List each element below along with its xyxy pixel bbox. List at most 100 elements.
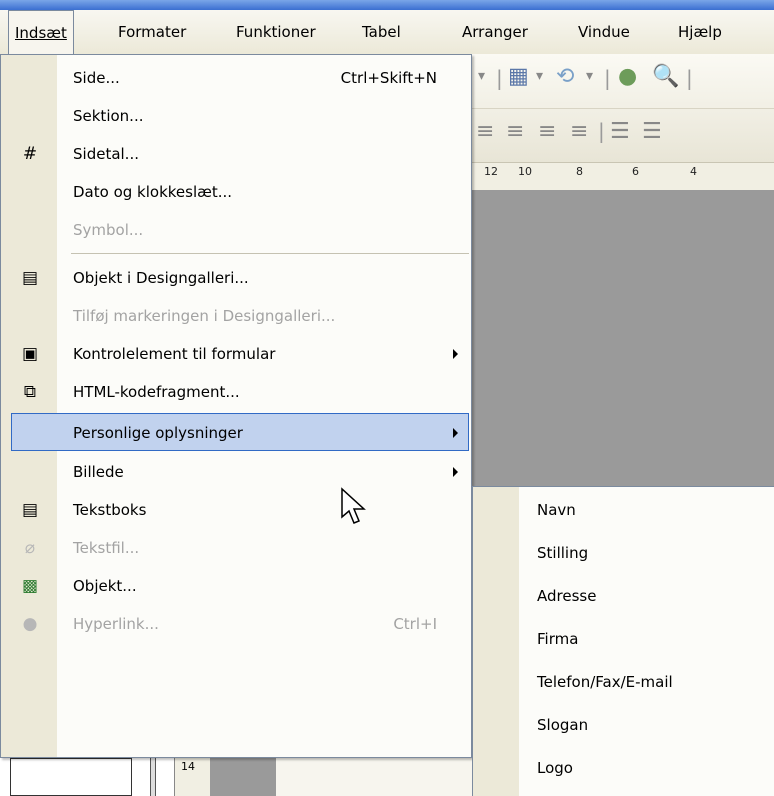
menu-arrange-label: Arranger	[462, 23, 528, 41]
menu-help[interactable]: Hjælp	[672, 10, 728, 54]
menu-item-section[interactable]: Sektion...	[1, 97, 471, 135]
mouse-cursor-icon	[341, 487, 366, 524]
menu-item-shortcut: Ctrl+Skift+N	[340, 69, 437, 87]
align-right-icon[interactable]: ≡	[538, 119, 556, 144]
menu-item-label: HTML-kodefragment...	[73, 383, 240, 401]
standard-toolbar: ▾ | ▦ ▾ ⟲ ▾ | ● 🔍 |	[472, 54, 774, 108]
page-number-icon: #	[22, 144, 38, 164]
ruler-label: 14	[181, 760, 195, 773]
submenu-arrow-icon	[453, 467, 458, 477]
menu-item-date-time[interactable]: Dato og klokkeslæt...	[1, 173, 471, 211]
design-gallery-icon: ▤	[21, 268, 39, 288]
submenu-item-label: Firma	[537, 630, 579, 648]
window-title-edge	[0, 0, 774, 10]
menu-item-label: Sidetal...	[73, 145, 139, 163]
menu-item-personal-information[interactable]: Personlige oplysninger	[11, 413, 469, 451]
menu-item-label: Personlige oplysninger	[73, 424, 243, 442]
menu-item-label: Tekstboks	[73, 501, 147, 519]
numbered-list-icon[interactable]: ☰	[610, 119, 630, 144]
separator-icon: |	[496, 66, 503, 90]
html-fragment-icon: ⧉	[23, 382, 37, 402]
menu-bar: Indsæt Formater Funktioner Tabel Arrange…	[0, 10, 774, 54]
submenu-item-slogan[interactable]: Slogan	[473, 704, 774, 747]
menu-item-design-gallery-object[interactable]: ▤ Objekt i Designgalleri...	[1, 259, 471, 297]
dropdown-arrow-icon[interactable]: ▾	[478, 68, 485, 84]
menu-item-page[interactable]: Side... Ctrl+Skift+N	[1, 59, 471, 97]
zoom-icon[interactable]: 🔍	[652, 64, 679, 89]
submenu-item-label: Stilling	[537, 544, 589, 562]
pane-divider[interactable]	[150, 758, 156, 796]
menu-tools-label: Funktioner	[236, 23, 316, 41]
menu-item-picture[interactable]: Billede	[1, 453, 471, 491]
page-workspace-bottom	[210, 758, 276, 796]
submenu-item-name[interactable]: Navn	[473, 489, 774, 532]
submenu-item-label: Slogan	[537, 716, 589, 734]
menu-format[interactable]: Formater	[112, 10, 192, 54]
menu-item-label: Kontrolelement til formular	[73, 345, 276, 363]
submenu-item-logo[interactable]: Logo	[473, 747, 774, 790]
menu-item-label: Objekt...	[73, 577, 137, 595]
menu-item-page-number[interactable]: # Sidetal...	[1, 135, 471, 173]
fill-color-icon[interactable]: ▦	[508, 64, 529, 89]
menu-item-hyperlink[interactable]: ● Hyperlink... Ctrl+I	[1, 605, 471, 643]
submenu-item-company[interactable]: Firma	[473, 618, 774, 661]
dropdown-arrow-icon[interactable]: ▾	[536, 68, 543, 84]
separator-icon: |	[598, 119, 605, 143]
menu-arrange[interactable]: Arranger	[456, 10, 534, 54]
menu-item-text-box[interactable]: ▤ Tekstboks	[1, 491, 471, 529]
rotate-icon[interactable]: ⟲	[556, 64, 574, 89]
menu-item-shortcut: Ctrl+I	[393, 615, 437, 633]
menu-insert[interactable]: Indsæt	[8, 10, 74, 54]
menu-format-label: Formater	[118, 23, 187, 41]
menu-separator	[71, 253, 469, 254]
menu-item-label: Side...	[73, 69, 120, 87]
horizontal-ruler: 12 10 8 6 4	[472, 162, 774, 192]
page-thumbnail[interactable]	[10, 758, 132, 796]
menu-item-symbol[interactable]: Symbol...	[1, 211, 471, 249]
menu-tools[interactable]: Funktioner	[230, 10, 322, 54]
menu-item-form-control[interactable]: ▣ Kontrolelement til formular	[1, 335, 471, 373]
bullet-list-icon[interactable]: ☰	[642, 119, 662, 144]
ruler-label: 6	[632, 165, 639, 178]
menu-item-label: Billede	[73, 463, 124, 481]
menu-item-object[interactable]: ▩ Objekt...	[1, 567, 471, 605]
align-left-icon[interactable]: ≡	[476, 119, 494, 144]
dropdown-arrow-icon[interactable]: ▾	[586, 68, 593, 84]
menu-item-html-fragment[interactable]: ⧉ HTML-kodefragment...	[1, 373, 471, 411]
menu-item-label: Hyperlink...	[73, 615, 159, 633]
menu-help-label: Hjælp	[678, 23, 722, 41]
menu-window-label: Vindue	[578, 23, 630, 41]
paperclip-icon: ⌀	[24, 538, 36, 558]
menu-item-label: Symbol...	[73, 221, 144, 239]
format-toolbar: ≡ ≡ ≡ ≡ | ☰ ☰	[472, 108, 774, 163]
submenu-item-label: Navn	[537, 501, 576, 519]
submenu-item-label: Logo	[537, 759, 573, 777]
vertical-ruler: 14	[174, 758, 211, 796]
menu-table[interactable]: Tabel	[356, 10, 407, 54]
menu-insert-label: Indsæt	[15, 24, 67, 42]
form-control-icon: ▣	[21, 344, 39, 364]
object-icon: ▩	[21, 576, 39, 596]
menu-window[interactable]: Vindue	[572, 10, 636, 54]
submenu-item-address[interactable]: Adresse	[473, 575, 774, 618]
submenu-item-phone-fax-email[interactable]: Telefon/Fax/E-mail	[473, 661, 774, 704]
submenu-item-job-title[interactable]: Stilling	[473, 532, 774, 575]
align-center-icon[interactable]: ≡	[506, 119, 524, 144]
menu-item-label: Dato og klokkeslæt...	[73, 183, 233, 201]
ruler-label: 8	[576, 165, 583, 178]
submenu-item-label: Telefon/Fax/E-mail	[537, 673, 673, 691]
menu-item-label: Objekt i Designgalleri...	[73, 269, 249, 287]
justify-icon[interactable]: ≡	[570, 119, 588, 144]
menu-item-text-file[interactable]: ⌀ Tekstfil...	[1, 529, 471, 567]
menu-item-label: Sektion...	[73, 107, 144, 125]
menu-table-label: Tabel	[362, 23, 401, 41]
menu-item-add-to-gallery[interactable]: Tilføj markeringen i Designgalleri...	[1, 297, 471, 335]
text-box-icon: ▤	[21, 500, 39, 520]
hyperlink-icon: ●	[22, 614, 38, 634]
ruler-label: 4	[690, 165, 697, 178]
page-workspace[interactable]	[472, 190, 774, 486]
ruler-label: 10	[518, 165, 532, 178]
menu-item-label: Tekstfil...	[73, 539, 140, 557]
submenu-item-label: Adresse	[537, 587, 597, 605]
hyperlink-toolbar-icon[interactable]: ●	[618, 64, 637, 89]
